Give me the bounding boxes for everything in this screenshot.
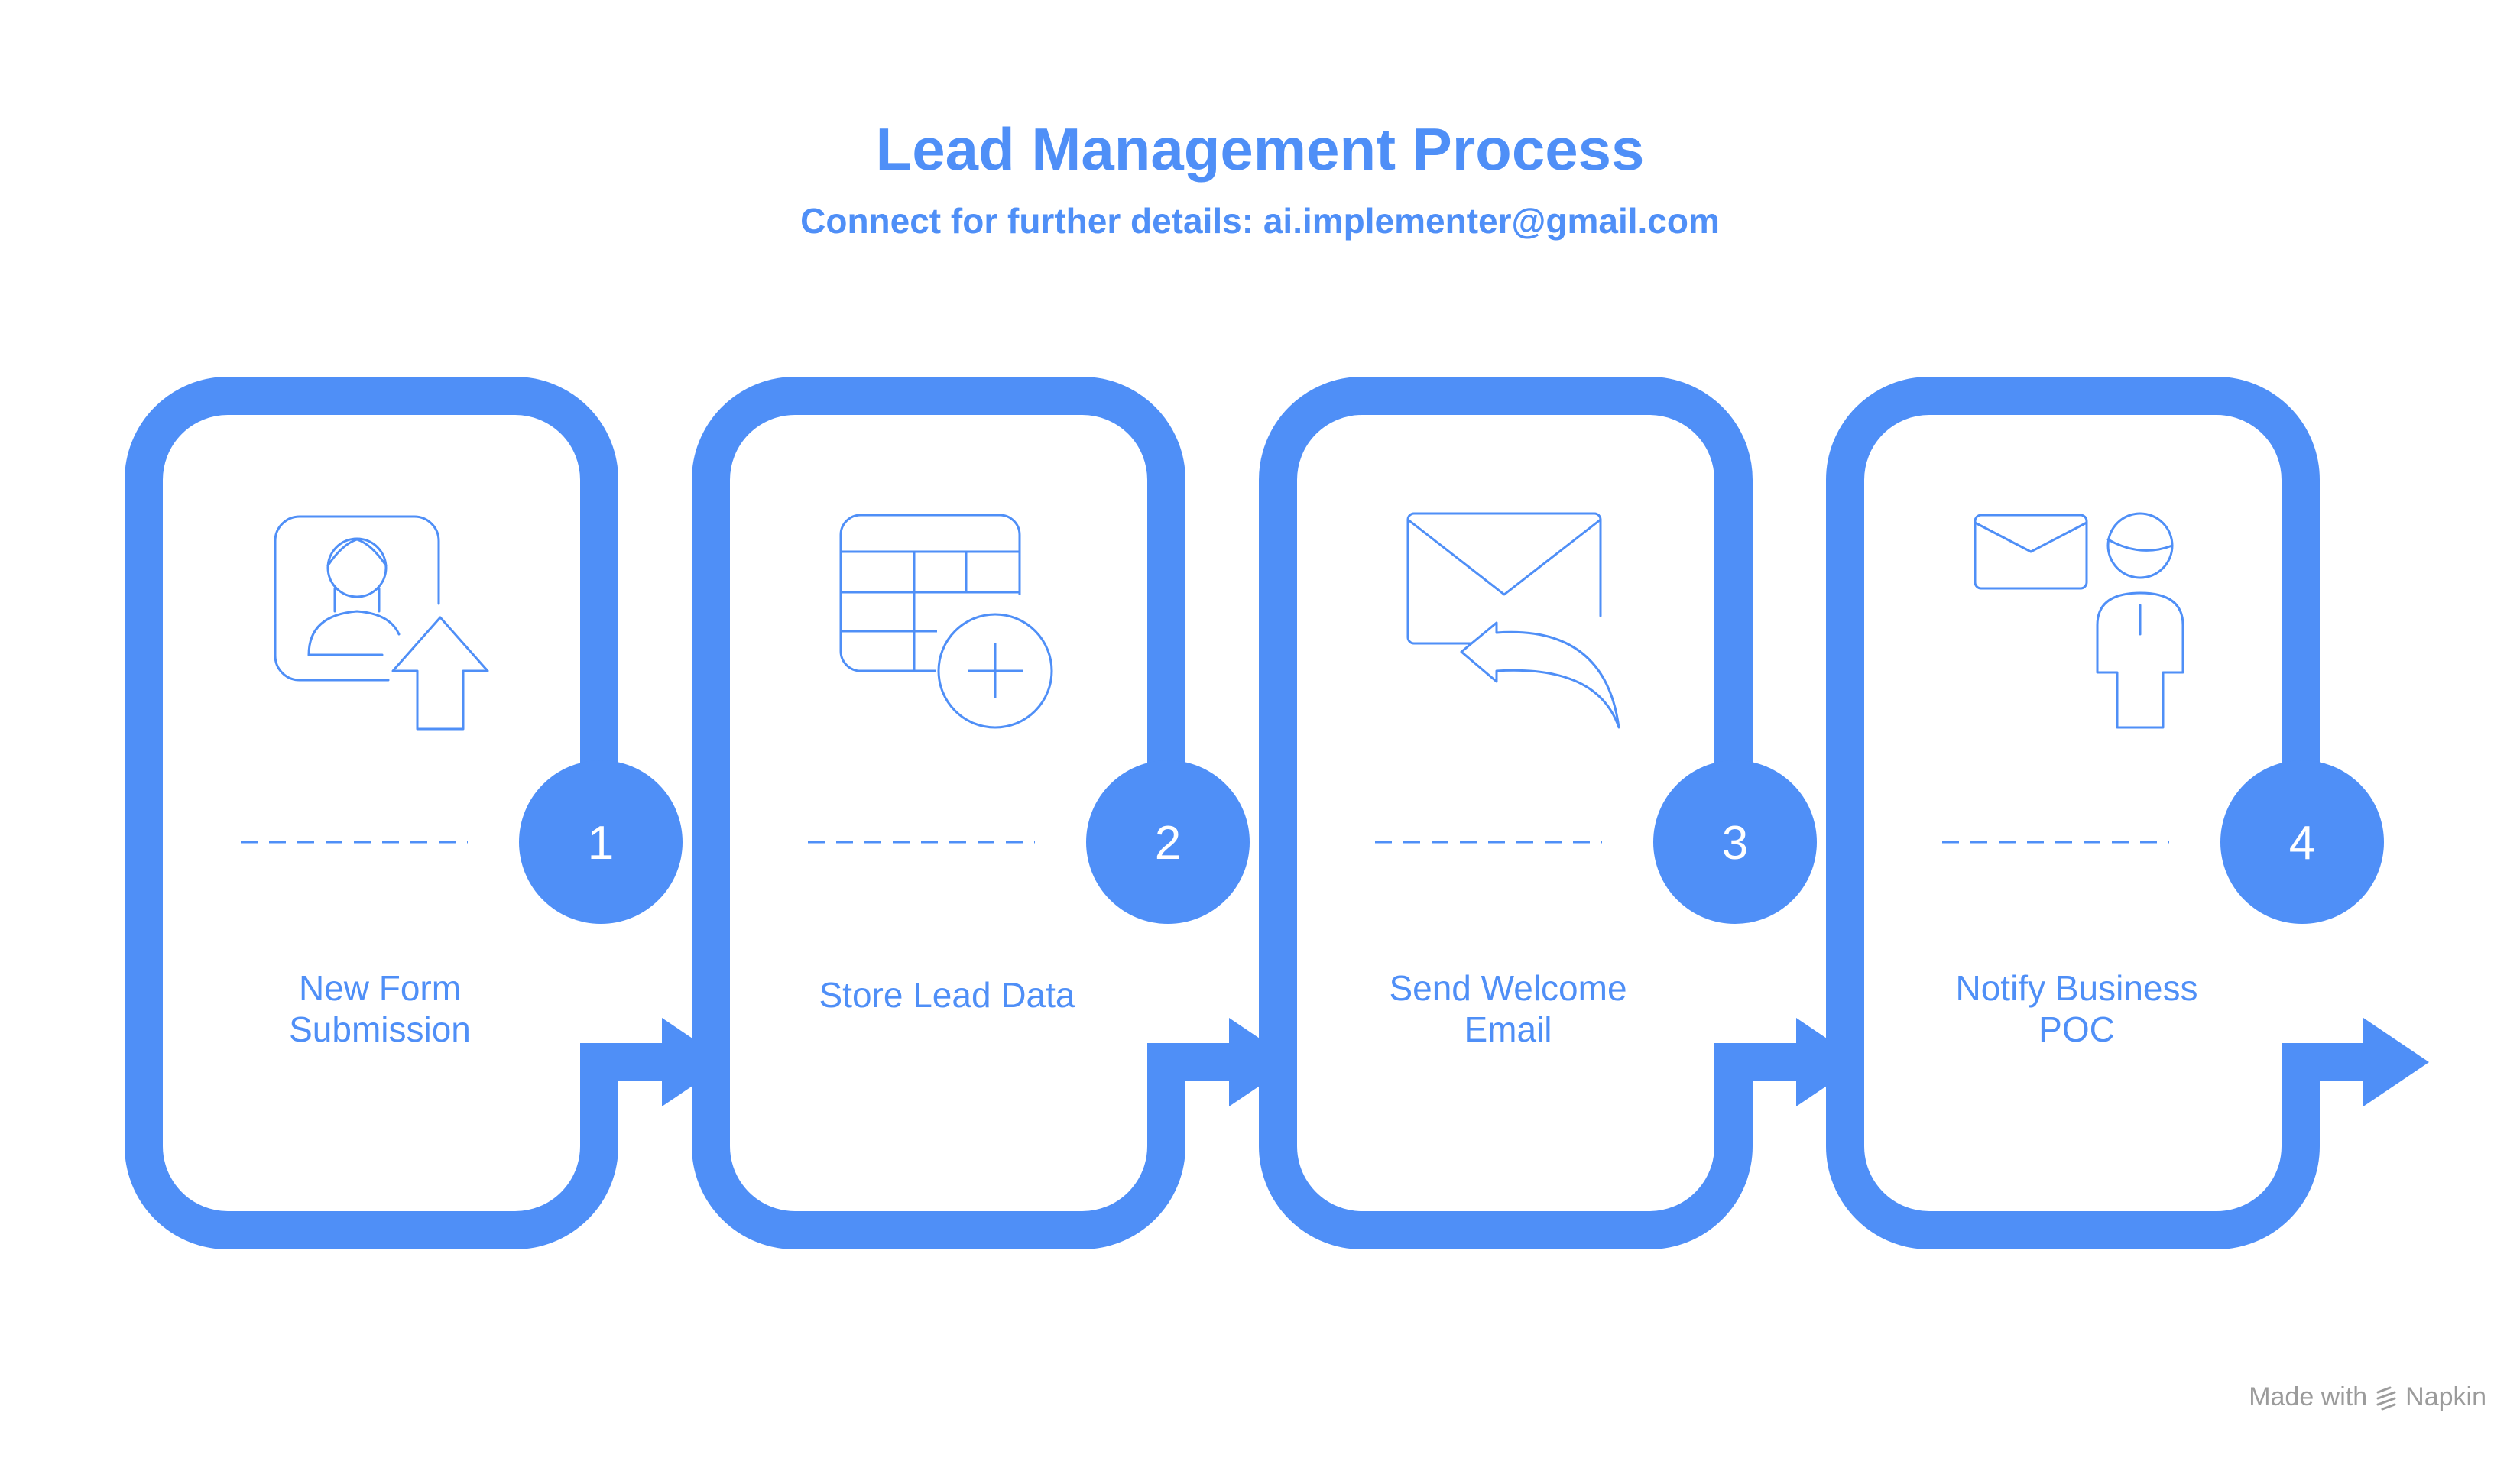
user-upload-icon [274, 515, 489, 731]
email-person-icon [1974, 512, 2184, 729]
step-label-1-line1: New Form [298, 968, 462, 1008]
page-title: Lead Management Process [875, 115, 1645, 183]
step-badge-4: 4 [2220, 760, 2384, 924]
watermark-brand: Napkin [2405, 1382, 2486, 1411]
diagram-canvas: 1 2 3 4 Lead Management Process Connect … [0, 0, 2520, 1458]
step-badge-2: 2 [1086, 760, 1250, 924]
step-label-1-line2: Submission [289, 1009, 471, 1049]
step-label-1: New Form Submission [196, 967, 563, 1050]
step-label-3-line1: Send Welcome [1389, 968, 1627, 1008]
step-number-2: 2 [1155, 817, 1181, 870]
watermark-text: Made with [2249, 1382, 2368, 1411]
step-number-3: 3 [1722, 817, 1748, 870]
page-subtitle: Connect for further details: ai.implemen… [800, 201, 1720, 241]
step-label-4-line2: POC [2038, 1009, 2115, 1049]
napkin-logo-icon [2376, 1386, 2396, 1410]
email-reply-icon [1406, 512, 1620, 729]
step-label-2: Store Lead Data [764, 974, 1130, 1016]
step-label-2-line1: Store Lead Data [819, 975, 1075, 1015]
step-label-3-line2: Email [1464, 1009, 1552, 1049]
table-add-icon [839, 514, 1053, 729]
step-label-3: Send Welcome Email [1325, 967, 1691, 1050]
made-with-napkin-watermark: Made with Napkin [2249, 1382, 2486, 1412]
step-label-4-line1: Notify Business [1955, 968, 2198, 1008]
step-label-4: Notify Business POC [1893, 967, 2260, 1050]
step-number-1: 1 [588, 817, 614, 870]
step-number-4: 4 [2289, 817, 2315, 870]
step-badge-3: 3 [1653, 760, 1817, 924]
step-badge-1: 1 [519, 760, 683, 924]
